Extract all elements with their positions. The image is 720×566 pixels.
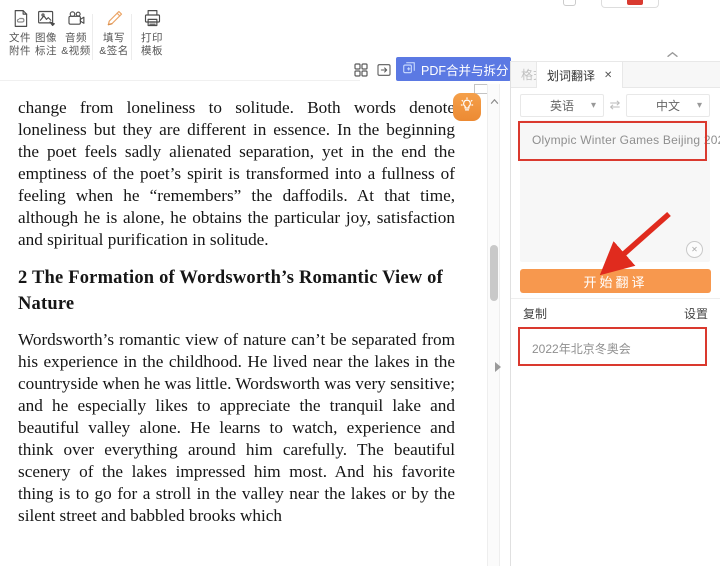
printer-icon — [134, 8, 170, 29]
video-camera-icon — [58, 8, 94, 29]
toolbar-item-label: 音频 &视频 — [58, 32, 94, 57]
doc-paragraph-1: change from loneliness to solitude. Both… — [18, 97, 455, 251]
clear-input-icon[interactable]: ✕ — [686, 241, 703, 258]
cutoff-badge — [627, 0, 643, 5]
pdf-page: change from loneliness to solitude. Both… — [18, 97, 455, 527]
pdf-merge-split-label: PDF合并与拆分 — [421, 60, 509, 79]
target-language-value: 中文 — [656, 97, 680, 114]
pdf-merge-split-button[interactable]: PDF合并与拆分 — [396, 57, 511, 81]
vertical-scrollbar[interactable] — [487, 84, 500, 566]
pencil-icon — [96, 8, 132, 29]
close-icon[interactable]: ✕ — [604, 70, 612, 81]
tips-lightbulb-button[interactable] — [453, 93, 481, 121]
target-language-select[interactable]: 中文 ▾ — [626, 94, 710, 117]
merge-pages-icon — [402, 61, 416, 78]
scrollbar-thumb[interactable] — [490, 245, 498, 301]
toolbar-item-label: 打印 模板 — [134, 32, 170, 57]
tab-translate-label: 划词翻译 — [547, 67, 595, 84]
copy-button[interactable]: 复制 — [523, 305, 547, 322]
toolbar-separator — [92, 14, 93, 60]
toolbar-item-print-template[interactable]: 打印 模板 — [134, 8, 170, 57]
toolbar-separator — [131, 14, 132, 60]
cutoff-toolbar-icon — [563, 0, 576, 6]
settings-button[interactable]: 设置 — [684, 305, 708, 322]
reading-mode-icon[interactable] — [376, 62, 393, 79]
translation-result: 2022年北京冬奥会 — [532, 340, 631, 357]
source-language-value: 英语 — [550, 97, 574, 114]
toolbar-item-fill-sign[interactable]: 填写 &签名 — [96, 8, 132, 57]
panel-tabbar: 格式 划词翻译 ✕ — [511, 62, 720, 88]
source-language-select[interactable]: 英语 ▾ — [520, 94, 604, 117]
chevron-down-icon: ▾ — [697, 100, 702, 111]
page-fit-handle[interactable] — [474, 84, 488, 94]
translate-panel: 格式 划词翻译 ✕ 英语 ▾ ⇄ 中文 ▾ Olympic Winter Gam… — [510, 62, 720, 566]
doc-heading: 2 The Formation of Wordsworth’s Romantic… — [18, 265, 455, 317]
chevron-down-icon: ▾ — [591, 100, 596, 111]
toolbar-item-label: 填写 &签名 — [96, 32, 132, 57]
tab-translate[interactable]: 划词翻译 ✕ — [536, 62, 623, 88]
source-text: Olympic Winter Games Beijing 2022 — [532, 133, 720, 147]
scroll-up-icon[interactable] — [490, 92, 499, 110]
toolbar-divider — [0, 80, 360, 81]
source-text-area[interactable]: Olympic Winter Games Beijing 2022 ✕ — [520, 120, 710, 262]
panel-divider — [511, 298, 720, 299]
toolbar-item-audio-video[interactable]: 音频 &视频 — [58, 8, 94, 57]
thumbnail-grid-icon[interactable] — [353, 62, 370, 79]
start-translate-button[interactable]: 开始翻译 — [520, 269, 711, 293]
lightbulb-icon — [458, 96, 476, 119]
swap-languages-icon[interactable]: ⇄ — [605, 96, 625, 114]
doc-paragraph-2: Wordsworth’s romantic view of nature can… — [18, 329, 455, 527]
panel-collapse-handle[interactable] — [495, 362, 501, 372]
